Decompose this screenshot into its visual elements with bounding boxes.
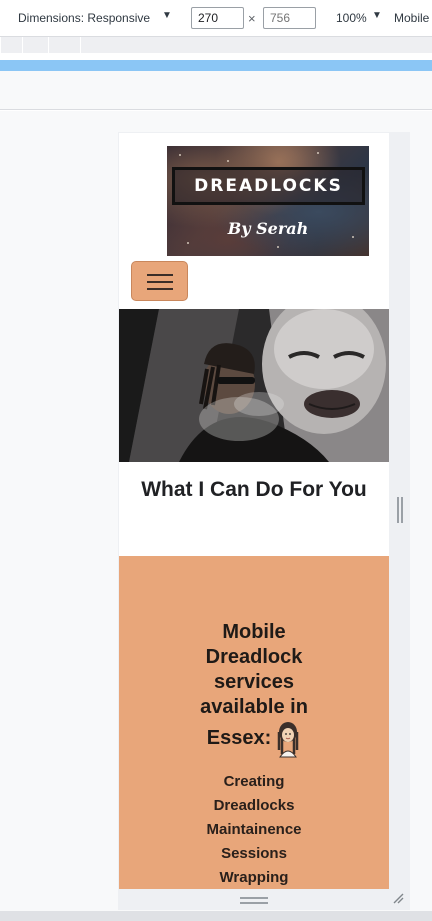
services-heading: Mobile Dreadlock services available in E… — [184, 620, 324, 758]
resize-handle-right[interactable] — [397, 497, 403, 523]
device-frame: DREADLOCKS By Serah What I Can Do For Yo… — [118, 132, 410, 910]
logo-subtitle: By Serah — [227, 219, 309, 238]
viewport-width-input[interactable] — [191, 7, 244, 29]
section-heading: What I Can Do For You — [141, 478, 367, 501]
resize-handle-bottom[interactable] — [240, 897, 268, 904]
hamburger-line — [147, 288, 173, 290]
dimensions-dropdown-caret-icon[interactable]: ▼ — [162, 10, 172, 21]
zoom-dropdown-caret-icon[interactable]: ▼ — [372, 10, 382, 21]
hamburger-line — [147, 274, 173, 276]
device-type-dropdown[interactable]: Mobile — [394, 11, 429, 25]
devtools-bottom-strip — [0, 911, 432, 921]
logo-title: DREADLOCKS — [194, 176, 343, 196]
ruler-segment[interactable] — [0, 37, 22, 53]
logo-star — [317, 152, 319, 154]
hamburger-line — [147, 281, 173, 283]
logo-star — [187, 242, 189, 244]
logo-star — [277, 246, 279, 248]
list-item: Sessions — [221, 845, 287, 862]
list-item: Creating — [223, 773, 285, 790]
ruler-segment[interactable] — [48, 37, 80, 53]
hero-image — [119, 309, 389, 462]
zoom-dropdown[interactable]: 100% — [336, 11, 367, 25]
hero-photo — [119, 309, 389, 462]
viewport-height-input[interactable] — [263, 7, 316, 29]
hamburger-menu-button[interactable] — [131, 261, 188, 301]
logo-title-box: DREADLOCKS — [172, 167, 365, 205]
ruler-segment[interactable] — [80, 37, 430, 53]
devtools-device-toolbar: Dimensions: Responsive ▼ × 100% ▼ Mobile — [0, 0, 432, 36]
logo-star — [227, 160, 229, 162]
services-section: Mobile Dreadlock services available in E… — [119, 556, 389, 889]
media-query-bar[interactable] — [0, 60, 432, 71]
logo-star — [179, 154, 181, 156]
ruler-segment[interactable] — [22, 37, 48, 53]
woman-with-dreadlocks-icon — [278, 722, 299, 758]
page-viewport: DREADLOCKS By Serah What I Can Do For Yo… — [119, 133, 389, 889]
dimension-separator: × — [248, 11, 256, 26]
media-query-ruler[interactable] — [0, 36, 432, 53]
services-list: Creating Dreadlocks Maintainence Session… — [119, 770, 389, 889]
dimensions-dropdown[interactable]: Dimensions: Responsive — [18, 11, 150, 25]
list-item: Wrapping — [219, 869, 289, 886]
resize-handle-corner-icon[interactable] — [392, 892, 404, 904]
list-item: Dreadlocks — [213, 797, 295, 814]
devtools-ruler-area — [0, 71, 432, 110]
site-logo[interactable]: DREADLOCKS By Serah — [167, 146, 369, 256]
list-item: Maintainence — [206, 821, 302, 838]
